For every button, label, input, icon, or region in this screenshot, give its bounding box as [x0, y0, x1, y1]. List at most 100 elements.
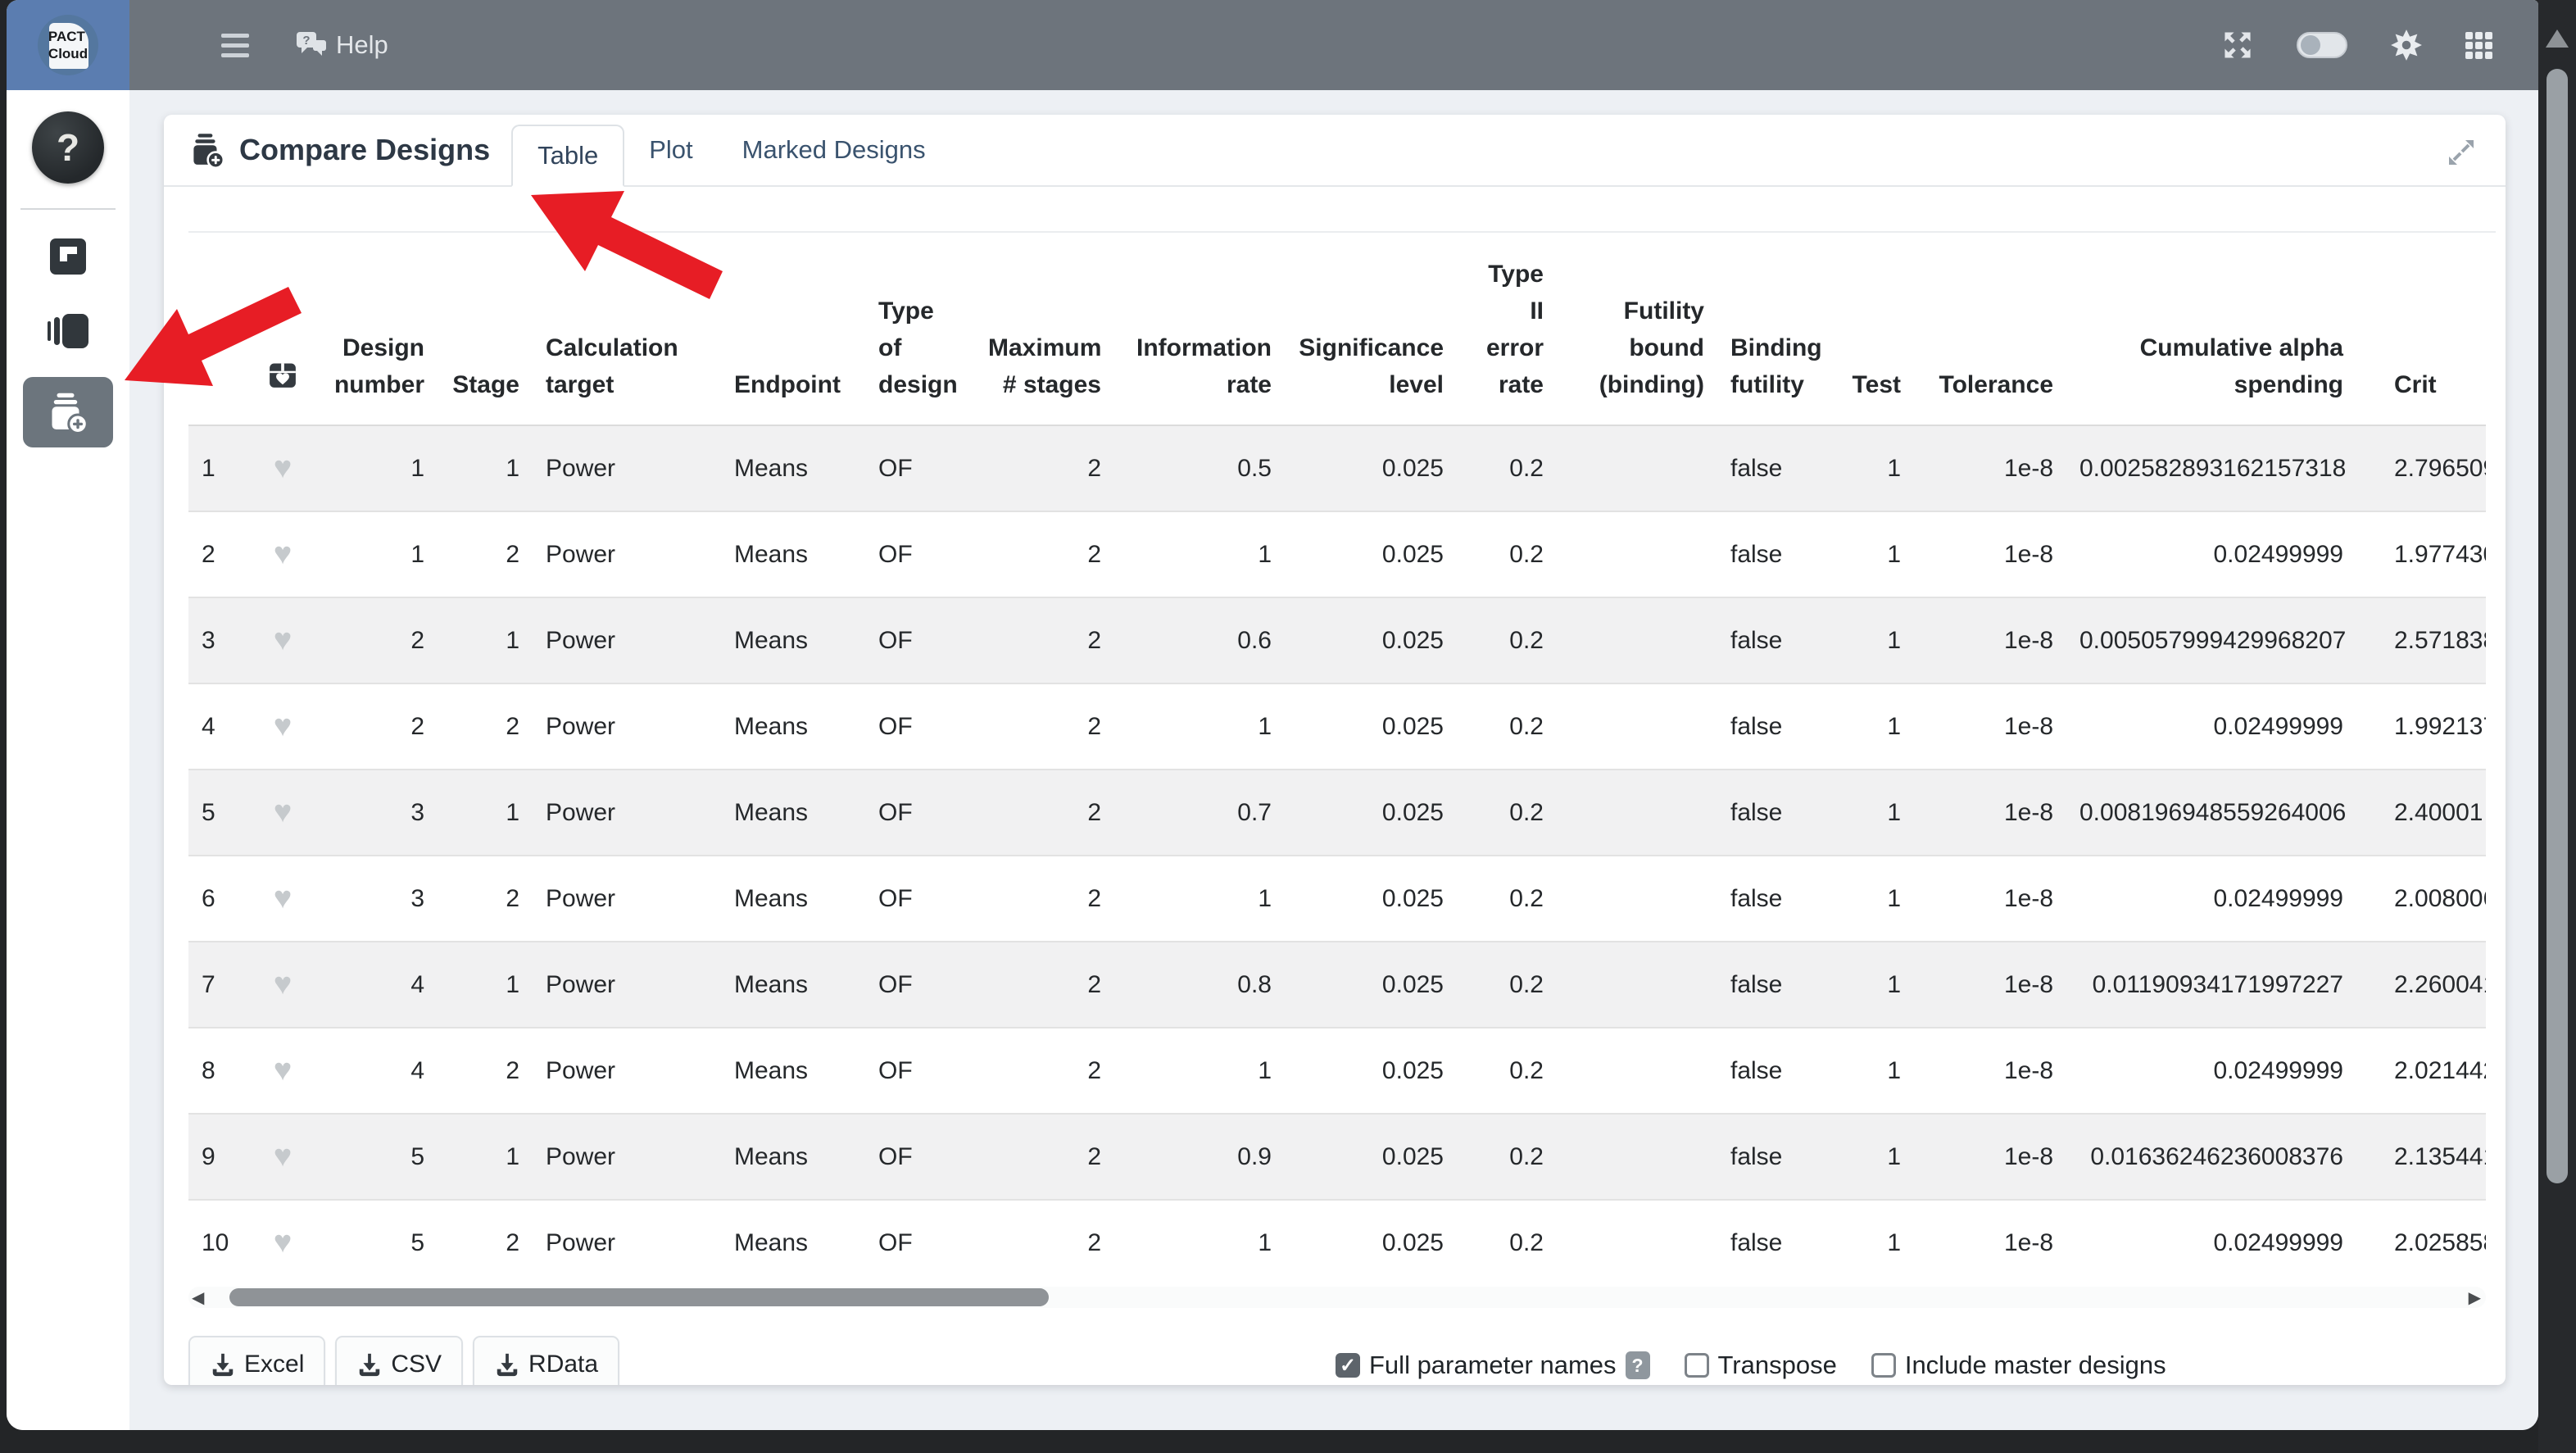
export-button-label: CSV	[391, 1351, 442, 1378]
cell-type-of-design: OF	[865, 1114, 975, 1200]
cell-stage: 2	[438, 856, 533, 942]
designs-table-viewport: Design numberStageCalculation targetEndp…	[188, 246, 2486, 1285]
cell-design-number: 5	[320, 1114, 438, 1200]
horizontal-scrollbar[interactable]: ◀ ▶	[188, 1287, 2486, 1308]
cell-type-of-design: OF	[865, 425, 975, 511]
help-label: Help	[336, 30, 388, 60]
table-row[interactable]: 1♥11PowerMeansOF20.50.0250.2false11e-80.…	[188, 425, 2486, 511]
table-row[interactable]: 2♥12PowerMeansOF210.0250.2false11e-80.02…	[188, 511, 2486, 597]
mark-heart-icon[interactable]: ♥	[274, 795, 293, 829]
horizontal-scrollbar-thumb[interactable]	[229, 1288, 1049, 1306]
export-csv-button[interactable]: CSV	[335, 1336, 463, 1385]
scroll-right-icon[interactable]: ▶	[2469, 1287, 2481, 1308]
option-transpose[interactable]: Transpose	[1685, 1351, 1837, 1380]
cell-information-rate: 1	[1114, 683, 1285, 770]
download-icon	[210, 1351, 236, 1378]
flipboard-icon	[49, 238, 87, 275]
tab-table[interactable]: Table	[511, 125, 624, 187]
checkbox-unchecked-icon[interactable]	[1685, 1353, 1709, 1378]
option-label: Full parameter names	[1369, 1351, 1617, 1380]
cell-calculation-target: Power	[533, 425, 721, 511]
option-full-parameter-names[interactable]: ✓ Full parameter names?	[1336, 1351, 1650, 1380]
sidebar-item-collections[interactable]	[46, 312, 90, 354]
mark-heart-icon[interactable]: ♥	[274, 623, 293, 657]
cell-binding-futility: false	[1717, 856, 1832, 942]
sidebar-item-compare-designs[interactable]	[23, 377, 113, 447]
mark-heart-icon[interactable]: ♥	[274, 1139, 293, 1174]
cell-type-ii-error-rate: 0.2	[1457, 770, 1557, 856]
column-header-binding-futility: Binding futility	[1717, 246, 1832, 425]
mark-heart-icon[interactable]: ♥	[274, 1053, 293, 1087]
column-header-calculation-target: Calculation target	[533, 246, 721, 425]
page-vertical-scrollbar[interactable]	[2538, 0, 2576, 1453]
cell-type-of-design: OF	[865, 942, 975, 1028]
cell-futility-bound	[1557, 856, 1717, 942]
cell-marked: ♥	[246, 511, 320, 597]
card-expand-icon[interactable]	[2445, 136, 2478, 173]
toolbar-divider	[188, 231, 2496, 233]
hamburger-menu-icon[interactable]	[221, 34, 249, 57]
fullscreen-icon[interactable]	[2221, 29, 2254, 61]
table-row[interactable]: 3♥21PowerMeansOF20.60.0250.2false11e-80.…	[188, 597, 2486, 683]
cell-binding-futility: false	[1717, 1028, 1832, 1114]
sidebar-divider	[20, 208, 116, 210]
table-row[interactable]: 6♥32PowerMeansOF210.0250.2false11e-80.02…	[188, 856, 2486, 942]
cell-calculation-target: Power	[533, 1200, 721, 1285]
help-menu[interactable]: ? Help	[295, 30, 388, 60]
column-header-significance-level: Significance level	[1285, 246, 1457, 425]
table-row[interactable]: 8♥42PowerMeansOF210.0250.2false11e-80.02…	[188, 1028, 2486, 1114]
cell-significance-level: 0.025	[1285, 1114, 1457, 1200]
cell-critical-value: 2.40001	[2356, 770, 2486, 856]
cell-stage: 1	[438, 942, 533, 1028]
table-row[interactable]: 5♥31PowerMeansOF20.70.0250.2false11e-80.…	[188, 770, 2486, 856]
scroll-up-icon[interactable]	[2546, 30, 2569, 48]
app-logo[interactable]: PACT Cloud	[7, 0, 129, 90]
cell-binding-futility: false	[1717, 425, 1832, 511]
table-row[interactable]: 4♥22PowerMeansOF210.0250.2false11e-80.02…	[188, 683, 2486, 770]
mark-heart-icon[interactable]: ♥	[274, 1225, 293, 1260]
column-header-tolerance: Tolerance	[1914, 246, 2066, 425]
cell-information-rate: 0.5	[1114, 425, 1285, 511]
mark-heart-icon[interactable]: ♥	[274, 709, 293, 743]
cell-maximum-stages: 2	[975, 1114, 1114, 1200]
cell-cumulative-alpha-spending: 0.02499999	[2066, 511, 2356, 597]
cell-significance-level: 0.025	[1285, 511, 1457, 597]
mark-heart-icon[interactable]: ♥	[274, 967, 293, 1001]
cell-design-number: 5	[320, 1200, 438, 1285]
cell-marked: ♥	[246, 683, 320, 770]
cell-type-ii-error-rate: 0.2	[1457, 511, 1557, 597]
option-help-icon[interactable]: ?	[1626, 1351, 1650, 1379]
compare-designs-title-icon	[188, 131, 226, 169]
checkbox-unchecked-icon[interactable]	[1871, 1353, 1896, 1378]
apps-grid-icon[interactable]	[2465, 32, 2492, 59]
card-title: Compare Designs	[188, 115, 511, 185]
tab-marked-designs[interactable]: Marked Designs	[718, 115, 950, 185]
checkbox-checked-icon[interactable]: ✓	[1336, 1353, 1360, 1378]
cell-calculation-target: Power	[533, 942, 721, 1028]
scroll-left-icon[interactable]: ◀	[192, 1287, 204, 1308]
table-row[interactable]: 10♥52PowerMeansOF210.0250.2false11e-80.0…	[188, 1200, 2486, 1285]
table-row[interactable]: 9♥51PowerMeansOF20.90.0250.2false11e-80.…	[188, 1114, 2486, 1200]
designs-table: Design numberStageCalculation targetEndp…	[188, 246, 2486, 1285]
mark-heart-icon[interactable]: ♥	[274, 451, 293, 485]
settings-sun-icon[interactable]	[2390, 29, 2423, 61]
export-excel-button[interactable]: Excel	[188, 1336, 325, 1385]
column-header-cumulative-alpha-spending: Cumulative alpha spending	[2066, 246, 2356, 425]
cell-tolerance: 1e-8	[1914, 856, 2066, 942]
theme-toggle[interactable]	[2297, 32, 2347, 58]
column-header-endpoint: Endpoint	[721, 246, 865, 425]
mark-heart-icon[interactable]: ♥	[274, 881, 293, 915]
vertical-scrollbar-thumb[interactable]	[2547, 69, 2568, 1183]
export-rdata-button[interactable]: RData	[473, 1336, 619, 1385]
table-row[interactable]: 7♥41PowerMeansOF20.80.0250.2false11e-80.…	[188, 942, 2486, 1028]
cell-row-index: 2	[188, 511, 246, 597]
cell-type-ii-error-rate: 0.2	[1457, 597, 1557, 683]
user-avatar[interactable]: ?	[32, 111, 104, 184]
option-include-master-designs[interactable]: Include master designs	[1871, 1351, 2166, 1380]
cell-calculation-target: Power	[533, 683, 721, 770]
download-icon	[356, 1351, 383, 1378]
sidebar-item-designs[interactable]	[49, 238, 87, 279]
mark-heart-icon[interactable]: ♥	[274, 537, 293, 571]
tab-plot[interactable]: Plot	[624, 115, 717, 185]
cell-futility-bound	[1557, 683, 1717, 770]
